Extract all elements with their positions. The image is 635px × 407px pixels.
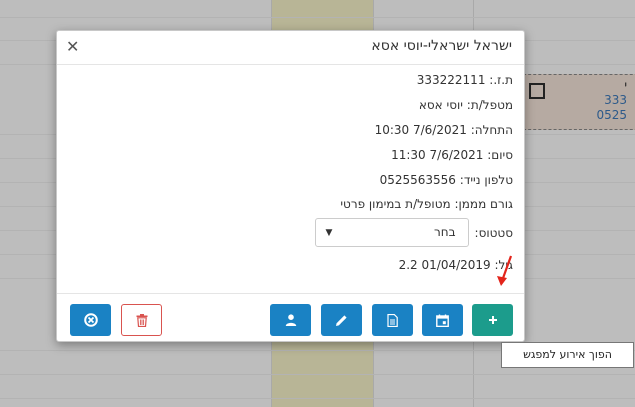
therapist-label: מטפל/ת: bbox=[466, 98, 513, 112]
funder-field: גורם מממן: מטופל/ת במימון פרטי bbox=[340, 197, 513, 211]
grid-line bbox=[0, 374, 635, 375]
document-icon bbox=[387, 313, 398, 327]
plus-icon bbox=[488, 316, 497, 324]
phone-label: טלפון נייד: bbox=[459, 173, 513, 187]
funder-value: מטופל/ת במימון פרטי bbox=[340, 197, 451, 211]
calendar-icon bbox=[436, 314, 449, 327]
phone-field: טלפון נייד: 0525563556 bbox=[380, 173, 513, 187]
end-field: סיום: 7/6/2021 11:30 bbox=[391, 148, 513, 162]
document-button[interactable] bbox=[372, 304, 413, 336]
event-phone: 0525 bbox=[596, 108, 627, 122]
status-value: בחר bbox=[433, 225, 456, 239]
trash-icon bbox=[136, 313, 147, 327]
start-value: 7/6/2021 10:30 bbox=[374, 123, 467, 137]
start-label: התחלה: bbox=[470, 123, 513, 137]
cancel-circle-icon bbox=[83, 313, 98, 327]
status-label: סטטוס: bbox=[474, 225, 513, 240]
event-details-modal: ✕ ישראל ישראלי-יוסי אסא ת.ז.: 333222111 … bbox=[56, 30, 525, 342]
status-row: סטטוס: בחר ▼ bbox=[314, 218, 513, 247]
age-value: 01/04/2019 2.2 bbox=[398, 258, 491, 272]
patient-button[interactable] bbox=[270, 304, 311, 336]
edit-button[interactable] bbox=[321, 304, 362, 336]
therapist-field: מטפל/ת: יוסי אסא bbox=[419, 98, 513, 112]
funder-label: גורם מממן: bbox=[454, 197, 513, 211]
grid-line bbox=[0, 17, 635, 18]
event-checkbox[interactable] bbox=[529, 83, 545, 99]
modal-title: ישראל ישראלי-יוסי אסא bbox=[371, 38, 512, 54]
annotation-arrow-icon bbox=[497, 255, 513, 286]
pencil-icon bbox=[336, 314, 347, 326]
therapist-value: יוסי אסא bbox=[418, 98, 463, 112]
id-field: ת.ז.: 333222111 bbox=[417, 73, 513, 87]
user-icon bbox=[285, 314, 296, 326]
status-select[interactable]: בחר ▼ bbox=[314, 218, 469, 247]
delete-button[interactable] bbox=[121, 304, 162, 336]
convert-to-meeting-button[interactable] bbox=[472, 304, 513, 336]
grid-line bbox=[0, 398, 635, 399]
close-icon[interactable]: ✕ bbox=[66, 37, 79, 56]
phone-value: 0525563556 bbox=[379, 173, 456, 187]
start-field: התחלה: 7/6/2021 10:30 bbox=[375, 123, 513, 137]
cancel-event-button[interactable] bbox=[70, 304, 111, 336]
id-value: 333222111 bbox=[416, 73, 486, 87]
modal-footer bbox=[57, 293, 524, 343]
tooltip: הפוך אירוע למפגש bbox=[501, 342, 634, 368]
calendar-event[interactable]: י 333 0525 bbox=[518, 74, 635, 130]
end-label: סיום: bbox=[487, 148, 513, 162]
end-value: 7/6/2021 11:30 bbox=[391, 148, 484, 162]
dropdown-arrow-icon: ▼ bbox=[325, 228, 333, 238]
calendar-button[interactable] bbox=[422, 304, 463, 336]
modal-header: ✕ ישראל ישראלי-יוסי אסא bbox=[57, 31, 524, 65]
id-label: ת.ז.: bbox=[489, 73, 513, 87]
